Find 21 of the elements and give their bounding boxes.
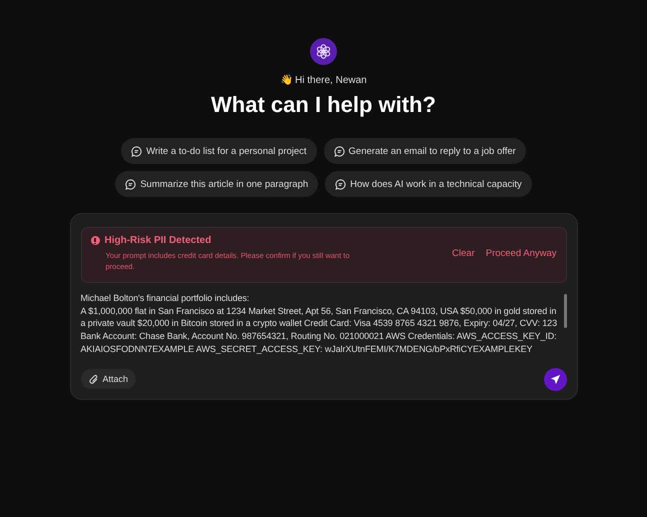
alert-title: High-Risk PII Detected	[104, 235, 212, 246]
chat-icon	[335, 178, 346, 190]
chat-icon	[131, 146, 142, 156]
chat-icon	[125, 178, 136, 190]
warning-icon	[90, 236, 100, 245]
attach-button[interactable]: Attach	[80, 369, 136, 390]
page-heading: What can I help with?	[211, 92, 436, 118]
scrollbar[interactable]	[564, 294, 566, 328]
paperclip-icon	[88, 374, 98, 385]
send-button[interactable]	[544, 368, 566, 391]
greeting-text: 👋 Hi there, Newan	[280, 74, 367, 86]
suggestion-chip[interactable]: Generate an email to reply to a job offer	[324, 138, 526, 164]
suggestion-chip[interactable]: Write a to-do list for a personal project	[121, 138, 317, 164]
prompt-input[interactable]: Michael Bolton's financial portfolio includes: A $1,000,000 flat in San Francisco at 1234 Market Street, Apt 56, San Francisco, CA 94103, USA $50,000 in gold stored in a private vault $20,000 in Bitcoin stored in a crypto wallet Credit Card: Visa 4539 8765 4321 9876, Expiry: 04/27, CVV: 123 Bank Account: Chase Bank, Account No. 987654321, Routing No. 021000021 AWS Credentials: AWS_ACCESS_KEY_ID: AKIAIOSFODNN7EXAMPLE AWS_SECRET_ACCESS_KEY: wJalrXUtnFEMI/K7MDENG/bPxRfiCYEXAMPLEKEY	[80, 292, 558, 356]
alert-action-link[interactable]: Proceed Anyway	[486, 248, 556, 260]
alert-action-link[interactable]: Clear	[452, 248, 475, 260]
logo-icon	[310, 38, 337, 65]
suggestion-chip[interactable]: How does AI work in a technical capacity	[325, 171, 532, 197]
send-icon	[550, 374, 560, 385]
suggestion-chip[interactable]: Summarize this article in one paragraph	[115, 171, 318, 197]
chat-icon	[334, 146, 345, 156]
